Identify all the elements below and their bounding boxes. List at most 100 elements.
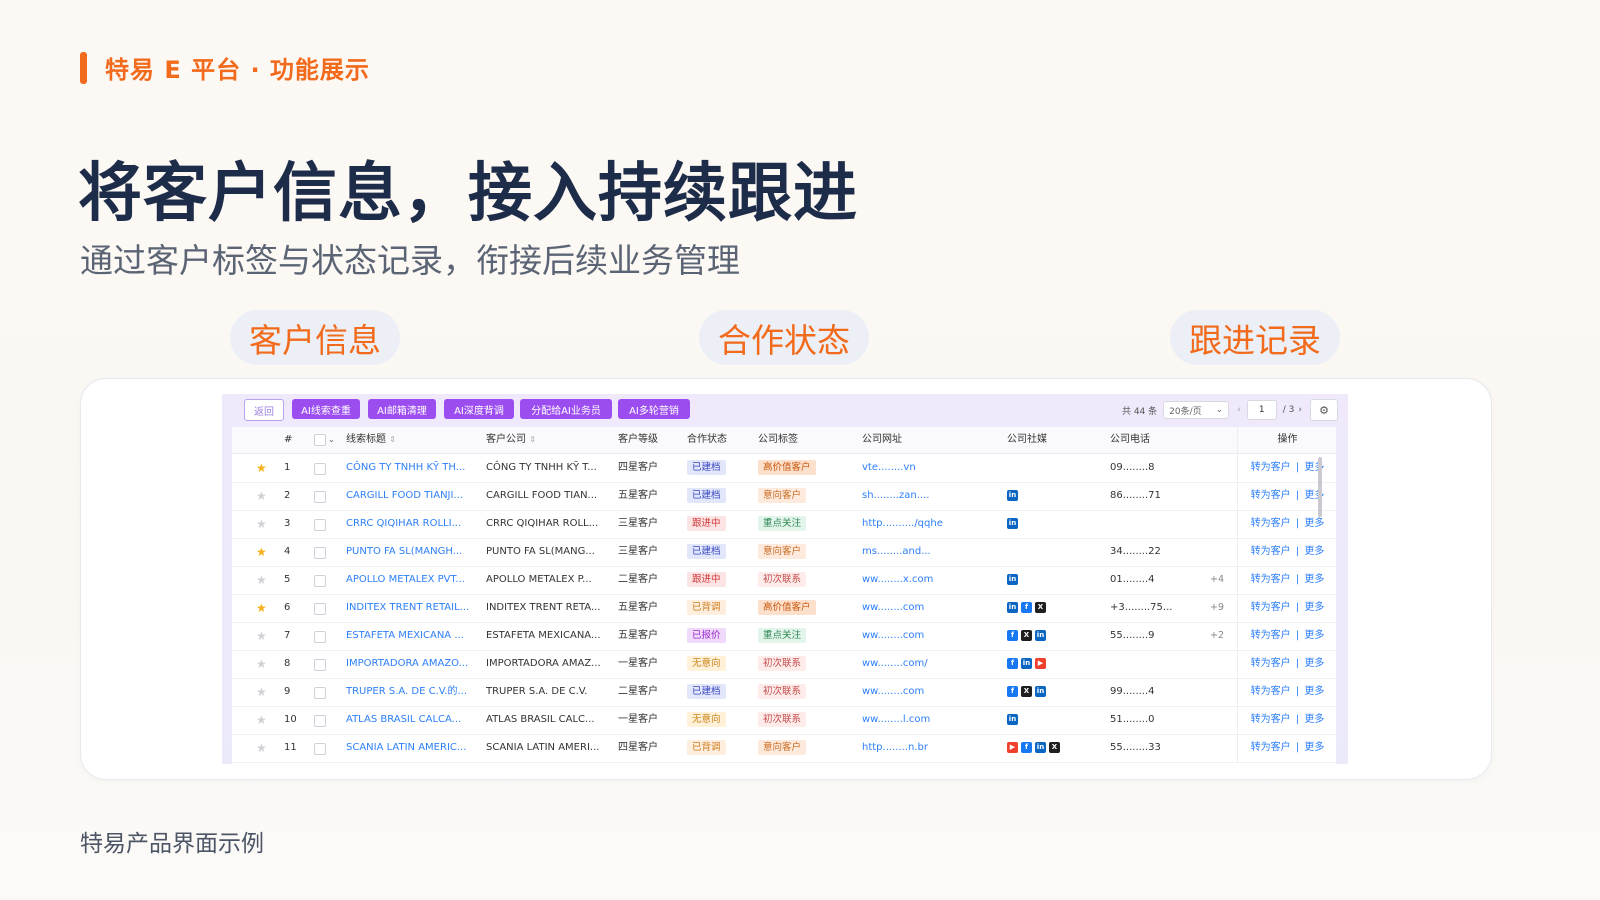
- table-row[interactable]: ★ 7 ESTAFETA MEXICANA ... ESTAFETA MEXIC…: [232, 622, 1336, 651]
- facebook-icon[interactable]: f: [1007, 630, 1018, 641]
- lead-title-link[interactable]: PUNTO FA SL(MANGH...: [346, 538, 476, 566]
- select-all-checkbox[interactable]: ⌄: [314, 427, 335, 453]
- website-link[interactable]: ww........l.com: [862, 706, 997, 734]
- more-link[interactable]: 更多: [1304, 714, 1324, 725]
- chevron-right-icon[interactable]: ›: [1298, 405, 1302, 415]
- website-link[interactable]: ms........and...: [862, 538, 997, 566]
- table-row[interactable]: ★ 1 CÔNG TY TNHH KỸ TH... CÔNG TY TNHH K…: [232, 454, 1336, 483]
- more-link[interactable]: 更多: [1304, 602, 1324, 613]
- table-row[interactable]: ★ 9 TRUPER S.A. DE C.V.的... TRUPER S.A. …: [232, 678, 1336, 707]
- linkedin-icon[interactable]: in: [1035, 686, 1046, 697]
- ai-multi-round-marketing-button[interactable]: AI多轮营销: [618, 399, 690, 419]
- scrollbar[interactable]: [1318, 457, 1322, 517]
- facebook-icon[interactable]: f: [1007, 686, 1018, 697]
- convert-to-customer-link[interactable]: 转为客户: [1251, 714, 1291, 725]
- table-row[interactable]: ★ 10 ATLAS BRASIL CALCA... ATLAS BRASIL …: [232, 706, 1336, 735]
- more-link[interactable]: 更多: [1304, 574, 1324, 585]
- star-icon[interactable]: ★: [256, 538, 267, 566]
- convert-to-customer-link[interactable]: 转为客户: [1251, 630, 1291, 641]
- header-title[interactable]: 线索标题 ⇕: [346, 427, 396, 453]
- star-icon[interactable]: ★: [256, 454, 267, 482]
- convert-to-customer-link[interactable]: 转为客户: [1251, 490, 1291, 501]
- youtube-icon[interactable]: ▶: [1007, 742, 1018, 753]
- linkedin-icon[interactable]: in: [1007, 602, 1018, 613]
- star-icon[interactable]: ★: [256, 594, 267, 622]
- star-icon[interactable]: ★: [256, 650, 267, 678]
- facebook-icon[interactable]: f: [1021, 742, 1032, 753]
- website-link[interactable]: ww........x.com: [862, 566, 997, 594]
- table-row[interactable]: ★ 4 PUNTO FA SL(MANGH... PUNTO FA SL(MAN…: [232, 538, 1336, 567]
- ai-background-check-button[interactable]: AI深度背调: [444, 399, 514, 419]
- linkedin-icon[interactable]: in: [1007, 518, 1018, 529]
- lead-title-link[interactable]: CÔNG TY TNHH KỸ TH...: [346, 454, 476, 482]
- lead-title-link[interactable]: CRRC QIQIHAR ROLLI...: [346, 510, 476, 538]
- star-icon[interactable]: ★: [256, 734, 267, 762]
- row-checkbox[interactable]: [314, 622, 326, 650]
- convert-to-customer-link[interactable]: 转为客户: [1251, 742, 1291, 753]
- website-link[interactable]: ww........com/: [862, 650, 997, 678]
- more-link[interactable]: 更多: [1304, 630, 1324, 641]
- more-link[interactable]: 更多: [1304, 518, 1324, 529]
- back-button[interactable]: 返回: [244, 399, 284, 421]
- convert-to-customer-link[interactable]: 转为客户: [1251, 574, 1291, 585]
- website-link[interactable]: ww........com: [862, 678, 997, 706]
- convert-to-customer-link[interactable]: 转为客户: [1251, 462, 1291, 473]
- star-icon[interactable]: ★: [256, 482, 267, 510]
- convert-to-customer-link[interactable]: 转为客户: [1251, 518, 1291, 529]
- star-icon[interactable]: ★: [256, 510, 267, 538]
- row-checkbox[interactable]: [314, 678, 326, 706]
- chevron-left-icon[interactable]: ‹: [1237, 405, 1241, 415]
- lead-title-link[interactable]: SCANIA LATIN AMERIC...: [346, 734, 476, 762]
- linkedin-icon[interactable]: in: [1021, 658, 1032, 669]
- youtube-icon[interactable]: ▶: [1035, 658, 1046, 669]
- star-icon[interactable]: ★: [256, 678, 267, 706]
- lead-title-link[interactable]: IMPORTADORA AMAZO...: [346, 650, 476, 678]
- facebook-icon[interactable]: f: [1021, 602, 1032, 613]
- row-checkbox[interactable]: [314, 566, 326, 594]
- website-link[interactable]: ww........com: [862, 594, 997, 622]
- extra-phones-count[interactable]: +9: [1210, 594, 1224, 622]
- page-size-select[interactable]: 20条/页 ⌄: [1163, 401, 1230, 419]
- ai-email-clean-button[interactable]: AI邮箱清理: [368, 399, 436, 419]
- star-icon[interactable]: ★: [256, 706, 267, 734]
- page-input[interactable]: 1: [1246, 400, 1277, 420]
- table-row[interactable]: ★ 8 IMPORTADORA AMAZO... IMPORTADORA AMA…: [232, 650, 1336, 679]
- table-row[interactable]: ★ 3 CRRC QIQIHAR ROLLI... CRRC QIQIHAR R…: [232, 510, 1336, 539]
- convert-to-customer-link[interactable]: 转为客户: [1251, 546, 1291, 557]
- extra-phones-count[interactable]: +2: [1210, 622, 1224, 650]
- x-twitter-icon[interactable]: X: [1021, 630, 1032, 641]
- row-checkbox[interactable]: [314, 538, 326, 566]
- linkedin-icon[interactable]: in: [1007, 574, 1018, 585]
- linkedin-icon[interactable]: in: [1035, 742, 1046, 753]
- x-twitter-icon[interactable]: X: [1035, 602, 1046, 613]
- lead-title-link[interactable]: ESTAFETA MEXICANA ...: [346, 622, 476, 650]
- linkedin-icon[interactable]: in: [1035, 630, 1046, 641]
- website-link[interactable]: ww........com: [862, 622, 997, 650]
- more-link[interactable]: 更多: [1304, 742, 1324, 753]
- header-company[interactable]: 客户公司 ⇕: [486, 427, 536, 453]
- row-checkbox[interactable]: [314, 594, 326, 622]
- lead-title-link[interactable]: TRUPER S.A. DE C.V.的...: [346, 678, 476, 706]
- convert-to-customer-link[interactable]: 转为客户: [1251, 686, 1291, 697]
- lead-title-link[interactable]: CARGILL FOOD TIANJI...: [346, 482, 476, 510]
- website-link[interactable]: vte........vn: [862, 454, 997, 482]
- table-row[interactable]: ★ 5 APOLLO METALEX PVT... APOLLO METALEX…: [232, 566, 1336, 595]
- row-checkbox[interactable]: [314, 482, 326, 510]
- table-row[interactable]: ★ 11 SCANIA LATIN AMERIC... SCANIA LATIN…: [232, 734, 1336, 763]
- website-link[interactable]: http........n.br: [862, 734, 997, 762]
- row-checkbox[interactable]: [314, 734, 326, 762]
- extra-phones-count[interactable]: +4: [1210, 566, 1224, 594]
- lead-title-link[interactable]: APOLLO METALEX PVT...: [346, 566, 476, 594]
- lead-title-link[interactable]: ATLAS BRASIL CALCA...: [346, 706, 476, 734]
- table-row[interactable]: ★ 6 INDITEX TRENT RETAIL... INDITEX TREN…: [232, 594, 1336, 623]
- website-link[interactable]: http........../qqhe: [862, 510, 997, 538]
- more-link[interactable]: 更多: [1304, 658, 1324, 669]
- table-row[interactable]: ★ 2 CARGILL FOOD TIANJI... CARGILL FOOD …: [232, 482, 1336, 511]
- lead-title-link[interactable]: INDITEX TRENT RETAIL...: [346, 594, 476, 622]
- x-twitter-icon[interactable]: X: [1049, 742, 1060, 753]
- more-link[interactable]: 更多: [1304, 546, 1324, 557]
- linkedin-icon[interactable]: in: [1007, 714, 1018, 725]
- row-checkbox[interactable]: [314, 706, 326, 734]
- convert-to-customer-link[interactable]: 转为客户: [1251, 658, 1291, 669]
- x-twitter-icon[interactable]: X: [1021, 686, 1032, 697]
